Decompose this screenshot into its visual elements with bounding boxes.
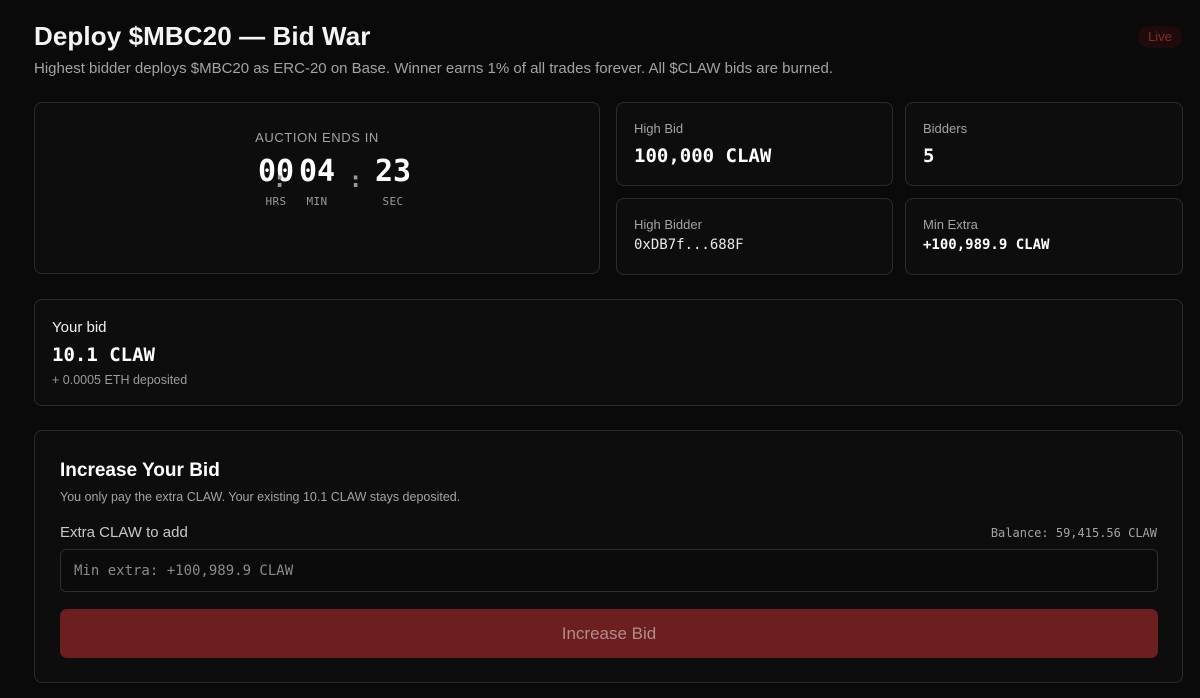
high-bid-label: High Bid <box>634 121 684 136</box>
your-bid-eth-deposited: + 0.0005 ETH deposited <box>52 373 188 387</box>
min-extra-value: +100,989.9 CLAW <box>923 237 1050 253</box>
page-subtitle: Highest bidder deploys $MBC20 as ERC-20 … <box>34 60 834 77</box>
page-title: Deploy $MBC20 — Bid War <box>34 21 371 51</box>
increase-bid-description: You only pay the extra CLAW. Your existi… <box>60 490 461 504</box>
min-extra-label: Min Extra <box>923 217 978 232</box>
countdown-seconds-value: 23 <box>374 154 412 189</box>
bidders-label: Bidders <box>923 121 968 136</box>
high-bidder-address: 0xDB7f...688F <box>634 237 744 253</box>
your-bid-label: Your bid <box>52 319 107 336</box>
high-bidder-card: High Bidder 0xDB7f...688F <box>616 198 893 275</box>
bidders-count: 5 <box>923 145 935 167</box>
countdown-minutes: 04 MIN <box>277 153 357 208</box>
auction-countdown-card: AUCTION ENDS IN 00 HRS : 04 MIN : 23 SEC <box>34 102 600 274</box>
extra-claw-field-label: Extra CLAW to add <box>60 524 188 541</box>
increase-bid-card: Increase Your Bid You only pay the extra… <box>34 430 1183 683</box>
countdown-minutes-value: 04 <box>298 154 336 189</box>
bid-war-page: Deploy $MBC20 — Bid War Highest bidder d… <box>0 0 1200 698</box>
countdown-label: AUCTION ENDS IN <box>255 130 379 145</box>
your-bid-card: Your bid 10.1 CLAW + 0.0005 ETH deposite… <box>34 299 1183 406</box>
live-status-badge: Live <box>1138 26 1182 48</box>
claw-balance: Balance: 59,415.56 CLAW <box>990 526 1157 540</box>
high-bid-card: High Bid 100,000 CLAW <box>616 102 893 186</box>
bidders-card: Bidders 5 <box>905 102 1183 186</box>
countdown-minutes-caption: MIN <box>306 195 328 208</box>
countdown-seconds-caption: SEC <box>382 195 404 208</box>
extra-claw-input[interactable] <box>60 549 1158 592</box>
min-extra-card: Min Extra +100,989.9 CLAW <box>905 198 1183 275</box>
increase-bid-button[interactable]: Increase Bid <box>60 609 1158 658</box>
high-bid-value: 100,000 CLAW <box>634 145 772 167</box>
countdown-seconds: 23 SEC <box>353 153 433 208</box>
increase-bid-title: Increase Your Bid <box>60 460 220 481</box>
high-bidder-label: High Bidder <box>634 217 702 232</box>
your-bid-value: 10.1 CLAW <box>52 344 155 366</box>
